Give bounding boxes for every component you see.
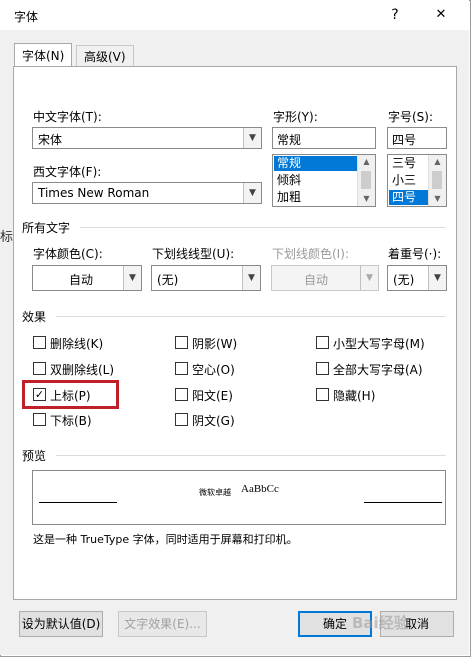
preview-sample-cjk: 微软卓越 (199, 488, 231, 497)
font-color-value: 自动 (69, 273, 94, 287)
list-item[interactable]: 倾斜 (274, 173, 358, 188)
font-style-value: 常规 (277, 133, 302, 147)
subscript-checkbox[interactable] (33, 413, 46, 426)
emboss-checkbox[interactable] (175, 388, 188, 401)
shadow-checkbox[interactable] (175, 336, 188, 349)
emphasis-mark-label: 着重号(·): (388, 247, 442, 261)
strikethrough-checkbox[interactable] (33, 336, 46, 349)
underline-style-combo[interactable]: (无) ▼ (151, 265, 261, 291)
preview-box: 微软卓越 AaBbCc (32, 470, 446, 525)
font-size-value: 四号 (392, 133, 417, 147)
double-strikethrough-checkbox[interactable] (33, 362, 46, 375)
engrave-checkbox[interactable] (175, 413, 188, 426)
engrave-label[interactable]: 阴文(G) (192, 412, 235, 429)
chevron-down-icon[interactable]: ▼ (358, 192, 375, 206)
list-item[interactable]: 小三 (389, 173, 429, 188)
small-caps-label[interactable]: 小型大写字母(M) (333, 335, 425, 352)
font-size-label: 字号(S): (388, 110, 434, 124)
scroll-thumb[interactable] (432, 171, 442, 189)
strikethrough-label[interactable]: 删除线(K) (50, 335, 103, 352)
list-item[interactable]: 四号 (389, 190, 429, 205)
chevron-down-icon: ▼ (360, 266, 378, 290)
section-divider (56, 455, 446, 456)
subscript-label[interactable]: 下标(B) (50, 412, 92, 429)
chevron-down-icon[interactable]: ▼ (123, 266, 141, 290)
help-button[interactable]: ? (378, 2, 412, 28)
scroll-thumb[interactable] (361, 171, 371, 189)
font-style-scrollbar[interactable]: ▲ ▼ (357, 155, 375, 206)
small-caps-checkbox[interactable] (316, 336, 329, 349)
close-icon[interactable]: ✕ (424, 2, 458, 28)
section-divider (56, 316, 446, 317)
font-size-input[interactable]: 四号 (387, 127, 447, 149)
chevron-up-icon[interactable]: ▲ (429, 155, 446, 169)
outline-label[interactable]: 空心(O) (192, 361, 235, 378)
emphasis-mark-value: (无) (393, 273, 415, 287)
bg-text-fragment: 标 (0, 230, 14, 245)
all-caps-label[interactable]: 全部大写字母(A) (333, 361, 423, 378)
font-style-label: 字形(Y): (273, 110, 318, 124)
preview-section-label: 预览 (22, 449, 47, 463)
underline-style-value: (无) (157, 273, 179, 287)
dialog-title: 字体 (14, 10, 39, 24)
outline-checkbox[interactable] (175, 362, 188, 375)
shadow-label[interactable]: 阴影(W) (192, 335, 237, 352)
list-item[interactable]: 三号 (389, 156, 429, 171)
tab-advanced[interactable]: 高级(V) (76, 45, 134, 68)
font-size-list[interactable]: 三号 小三 四号 ▲ ▼ (387, 154, 447, 207)
all-text-section-label: 所有文字 (22, 221, 71, 235)
chevron-down-icon[interactable]: ▼ (429, 192, 446, 206)
double-strikethrough-label[interactable]: 双删除线(L) (50, 361, 114, 378)
western-font-value: Times New Roman (38, 186, 150, 200)
font-style-input[interactable]: 常规 (272, 127, 376, 149)
chevron-down-icon[interactable]: ▼ (242, 266, 260, 290)
chevron-down-icon[interactable]: ▼ (243, 183, 261, 203)
chevron-up-icon[interactable]: ▲ (358, 155, 375, 169)
font-color-label: 字体颜色(C): (33, 247, 103, 261)
preview-note: 这是一种 TrueType 字体，同时适用于屏幕和打印机。 (33, 533, 298, 546)
watermark-logo: Bai经验 (352, 614, 409, 632)
section-divider (80, 227, 446, 228)
western-font-combo[interactable]: Times New Roman ▼ (32, 182, 262, 204)
effects-section-label: 效果 (22, 310, 47, 324)
underline-color-combo: 自动 ▼ (271, 265, 379, 291)
preview-baseline-right (364, 502, 442, 503)
highlight-box (22, 380, 119, 409)
underline-color-label: 下划线颜色(I): (272, 247, 349, 261)
font-color-combo[interactable]: 自动 ▼ (32, 265, 142, 291)
chevron-down-icon[interactable]: ▼ (243, 128, 261, 148)
underline-color-value: 自动 (304, 273, 329, 287)
chevron-down-icon[interactable]: ▼ (428, 266, 446, 290)
emboss-label[interactable]: 阳文(E) (192, 387, 233, 404)
list-item[interactable]: 加粗 (274, 190, 358, 205)
all-caps-checkbox[interactable] (316, 362, 329, 375)
western-font-label: 西文字体(F): (33, 165, 102, 179)
chinese-font-label: 中文字体(T): (33, 110, 102, 124)
chinese-font-combo[interactable]: 宋体 ▼ (32, 127, 262, 149)
text-effects-button: 文字效果(E)... (118, 611, 207, 637)
set-default-button[interactable]: 设为默认值(D) (19, 611, 103, 637)
underline-style-label: 下划线线型(U): (152, 247, 235, 261)
hidden-label[interactable]: 隐藏(H) (333, 387, 375, 404)
preview-baseline-left (39, 502, 117, 503)
font-size-scrollbar[interactable]: ▲ ▼ (428, 155, 446, 206)
font-style-list[interactable]: 常规 倾斜 加粗 ▲ ▼ (272, 154, 376, 207)
preview-sample-latin: AaBbCc (241, 483, 279, 495)
hidden-checkbox[interactable] (316, 388, 329, 401)
chinese-font-value: 宋体 (38, 133, 63, 147)
list-item[interactable]: 常规 (274, 156, 358, 171)
emphasis-mark-combo[interactable]: (无) ▼ (387, 265, 447, 291)
